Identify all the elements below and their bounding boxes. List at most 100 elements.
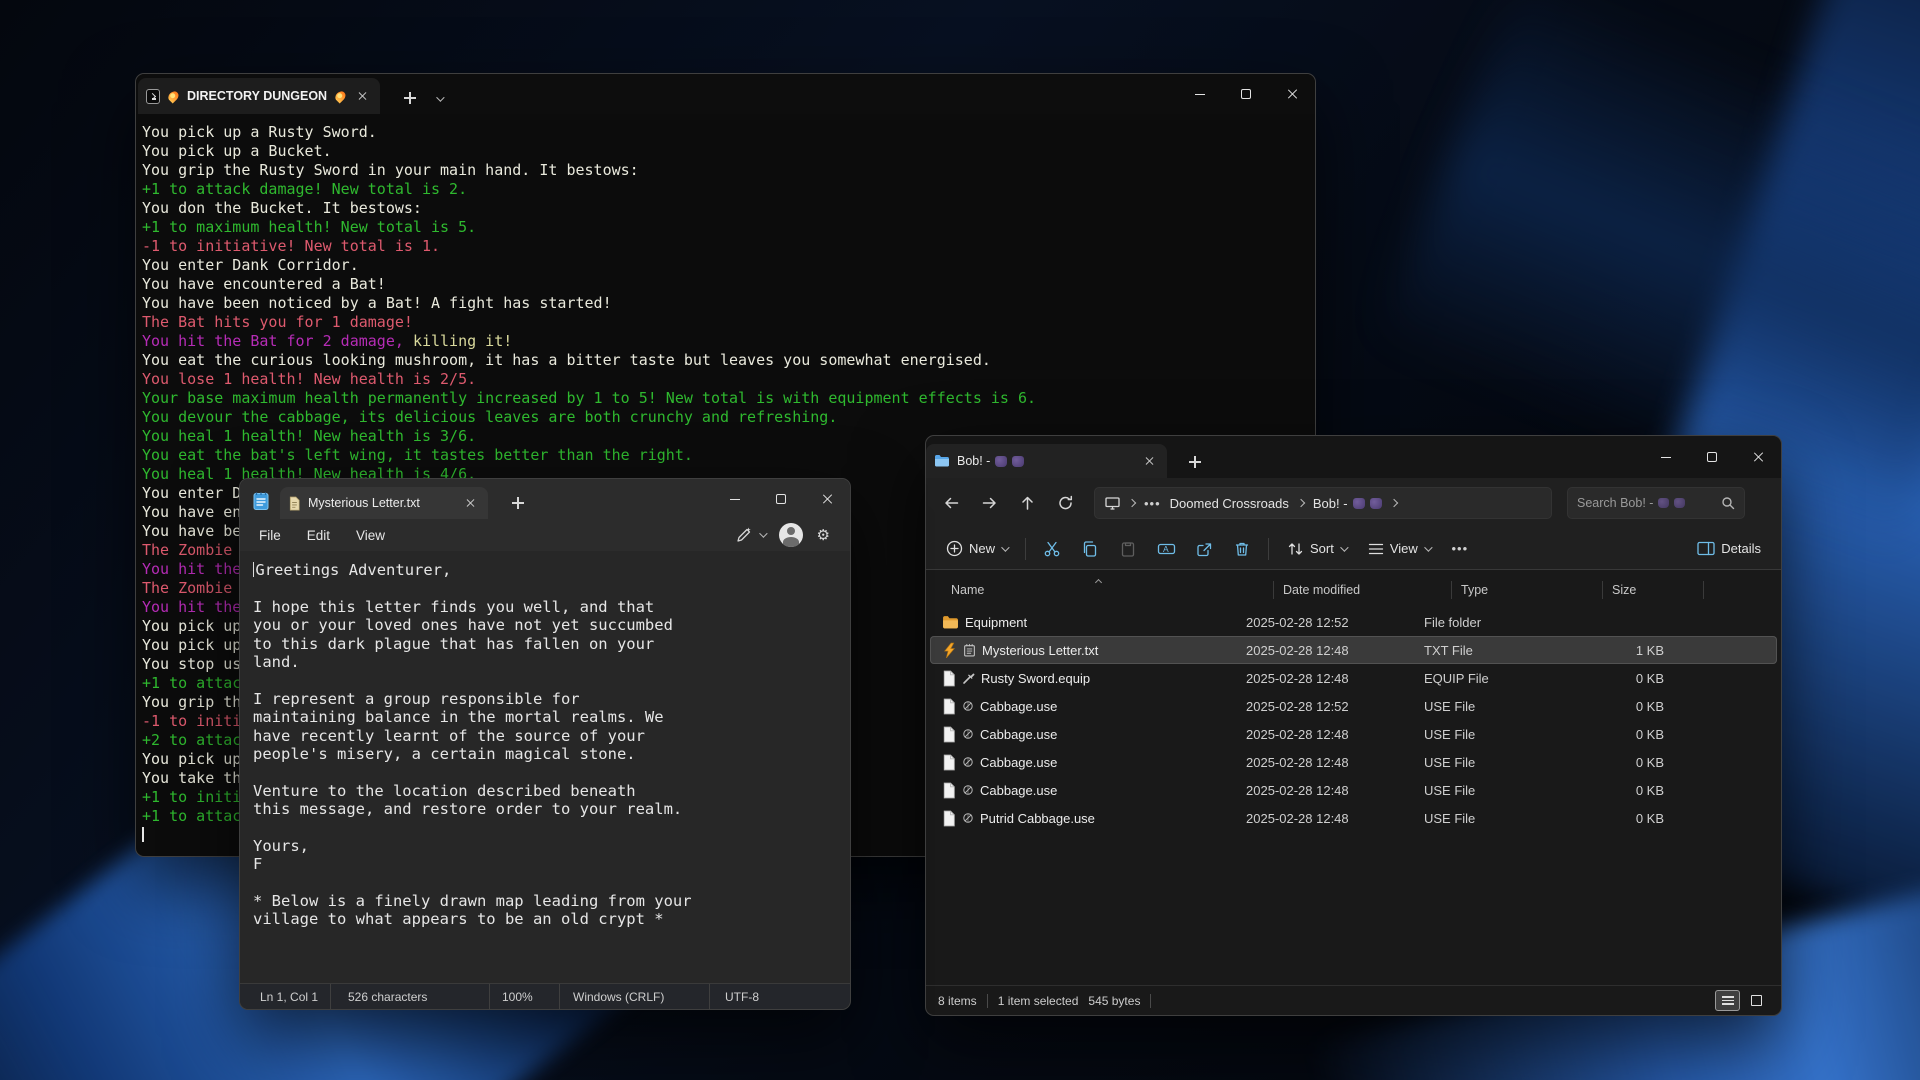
desktop: DIRECTORY DUNGEON You pick up a Rusty Sw…	[0, 0, 1920, 1080]
file-row[interactable]: Cabbage.use2025-02-28 12:48USE File0 KB	[930, 720, 1777, 748]
maximize-button[interactable]	[1223, 74, 1269, 114]
menu-view[interactable]: View	[343, 524, 398, 547]
chevron-right-icon	[1389, 499, 1397, 507]
maximize-button[interactable]	[758, 479, 804, 519]
delete-button[interactable]	[1224, 533, 1260, 565]
page-file-icon	[942, 726, 956, 743]
terminal-line: You lose 1 health! New health is 2/5.	[142, 370, 1315, 389]
terminal-tab[interactable]: DIRECTORY DUNGEON	[138, 78, 380, 114]
rewrite-copilot-button[interactable]	[735, 526, 765, 544]
terminal-line: +1 to maximum health! New total is 5.	[142, 218, 1315, 237]
close-button[interactable]	[804, 479, 850, 519]
file-row[interactable]: Cabbage.use2025-02-28 12:48USE File0 KB	[930, 776, 1777, 804]
notepad-line: I hope this letter finds you well, and t…	[253, 598, 850, 616]
minimize-button[interactable]	[712, 479, 758, 519]
search-icon	[1721, 496, 1735, 510]
paste-button[interactable]	[1110, 533, 1146, 565]
tab-close-icon[interactable]	[1141, 452, 1159, 470]
column-header-type[interactable]: Type	[1452, 581, 1603, 599]
terminal-app-icon	[146, 89, 160, 104]
file-name: Cabbage.use	[980, 755, 1057, 770]
menu-file[interactable]: File	[246, 524, 294, 547]
cabbage-emoji-icon	[962, 784, 974, 796]
file-size: 0 KB	[1575, 727, 1676, 742]
file-name: Putrid Cabbage.use	[980, 811, 1095, 826]
file-type: USE File	[1424, 783, 1575, 798]
column-header-size[interactable]: Size	[1603, 581, 1704, 599]
icons-view-toggle[interactable]	[1744, 990, 1769, 1011]
notepad-status-bar: Ln 1, Col 1 526 characters 100% Windows …	[240, 983, 850, 1009]
sort-arrows-icon	[1287, 541, 1304, 557]
explorer-tab[interactable]: Bob! -	[926, 444, 1167, 478]
account-avatar[interactable]	[779, 523, 803, 547]
menu-edit[interactable]: Edit	[294, 524, 343, 547]
new-button[interactable]: New	[936, 533, 1017, 565]
settings-gear-icon[interactable]: ⚙	[817, 526, 830, 544]
sort-button[interactable]: Sort	[1277, 533, 1356, 565]
page-file-icon	[942, 698, 956, 715]
share-button[interactable]	[1186, 533, 1222, 565]
tab-close-icon[interactable]	[462, 494, 480, 512]
file-row[interactable]: Equipment2025-02-28 12:52File folder	[930, 608, 1777, 636]
details-pane-button[interactable]: Details	[1687, 533, 1771, 565]
file-row[interactable]: Cabbage.use2025-02-28 12:52USE File0 KB	[930, 692, 1777, 720]
rename-button[interactable]: A	[1148, 533, 1184, 565]
new-tab-button[interactable]	[1187, 454, 1202, 469]
file-list[interactable]: Equipment2025-02-28 12:52File folderMyst…	[926, 606, 1781, 985]
terminal-tab-title: DIRECTORY DUNGEON	[187, 89, 327, 103]
notepad-line: village to what appears to be an old cry…	[253, 910, 850, 928]
forward-button[interactable]	[972, 486, 1006, 520]
details-view-toggle[interactable]	[1715, 990, 1740, 1011]
plus-circle-icon	[946, 540, 963, 557]
terminal-line: You devour the cabbage, its delicious le…	[142, 408, 1315, 427]
file-row[interactable]: Mysterious Letter.txt2025-02-28 12:48TXT…	[930, 636, 1777, 664]
breadcrumb-overflow[interactable]: •••	[1144, 496, 1161, 511]
breadcrumb-bob[interactable]: Bob! -	[1313, 496, 1382, 511]
file-name: Rusty Sword.equip	[981, 671, 1090, 686]
file-row[interactable]: Cabbage.use2025-02-28 12:48USE File0 KB	[930, 748, 1777, 776]
notepad-line: people's misery, a certain magical stone…	[253, 745, 850, 763]
notepad-text[interactable]: Greetings Adventurer, I hope this letter …	[240, 551, 850, 983]
breadcrumb-doomed-crossroads[interactable]: Doomed Crossroads	[1170, 496, 1289, 511]
view-lines-icon	[1368, 542, 1384, 556]
file-row[interactable]: Putrid Cabbage.use2025-02-28 12:48USE Fi…	[930, 804, 1777, 832]
close-button[interactable]	[1735, 436, 1781, 478]
notepad-line: * Below is a finely drawn map leading fr…	[253, 892, 850, 910]
close-button[interactable]	[1269, 74, 1315, 114]
up-button[interactable]	[1010, 486, 1044, 520]
address-bar[interactable]: ••• Doomed Crossroads Bob! -	[1094, 487, 1552, 519]
maximize-button[interactable]	[1689, 436, 1735, 478]
pen-sparkle-icon	[735, 526, 753, 544]
folder-blue-icon	[934, 454, 950, 468]
more-options-button[interactable]: •••	[1442, 533, 1478, 565]
column-header-name[interactable]: Name	[942, 581, 1274, 599]
column-header-date[interactable]: Date modified	[1274, 581, 1452, 599]
file-explorer-window: Bob! - ••• Doomed Crossro	[925, 435, 1782, 1016]
imp-emoji-icon	[995, 456, 1007, 467]
copy-button[interactable]	[1072, 533, 1108, 565]
sort-ascending-icon	[1096, 574, 1101, 588]
refresh-button[interactable]	[1048, 486, 1082, 520]
notepad-tab[interactable]: Mysterious Letter.txt	[280, 487, 488, 519]
notepad-line: Greetings Adventurer,	[253, 561, 850, 579]
new-tab-button[interactable]	[402, 90, 418, 106]
minimize-button[interactable]	[1643, 436, 1689, 478]
minimize-button[interactable]	[1177, 74, 1223, 114]
search-box[interactable]: Search Bob! -	[1567, 487, 1745, 519]
chevron-right-icon	[1128, 499, 1136, 507]
back-button[interactable]	[934, 486, 968, 520]
file-row[interactable]: Rusty Sword.equip2025-02-28 12:48EQUIP F…	[930, 664, 1777, 692]
file-size: 0 KB	[1575, 783, 1676, 798]
file-size: 0 KB	[1575, 811, 1676, 826]
view-button[interactable]: View	[1358, 533, 1440, 565]
page-file-icon	[942, 782, 956, 799]
tab-close-icon[interactable]	[354, 87, 372, 105]
imp-emoji-icon	[1658, 498, 1669, 508]
zoom-level[interactable]: 100%	[490, 984, 560, 1009]
chevron-down-icon[interactable]	[436, 93, 444, 101]
notepad-line: have recently learnt of the source of yo…	[253, 727, 850, 745]
new-tab-button[interactable]	[510, 495, 524, 509]
cut-button[interactable]	[1034, 533, 1070, 565]
file-name: Cabbage.use	[980, 727, 1057, 742]
cabbage-emoji-icon	[962, 700, 974, 712]
